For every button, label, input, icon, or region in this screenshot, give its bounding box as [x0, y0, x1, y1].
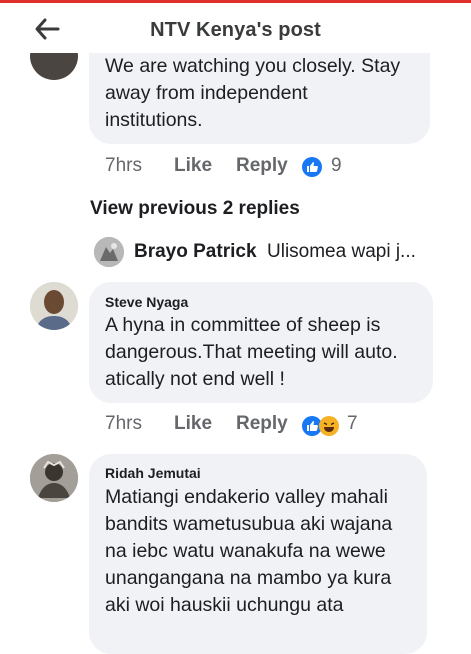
comment-text-line: na iebc watu wanakufa na wewe [105, 540, 386, 562]
commenter-name[interactable]: Steve Nyaga [105, 294, 188, 310]
like-button[interactable]: Like [174, 155, 212, 177]
like-button[interactable]: Like [174, 413, 212, 435]
comment-text-line: away from independent [105, 82, 308, 104]
reply-author-name[interactable]: Brayo Patrick [134, 241, 257, 263]
app-header: NTV Kenya's post [0, 3, 471, 53]
reply-avatar[interactable] [94, 237, 124, 267]
page-title: NTV Kenya's post [150, 19, 321, 41]
comment-text-line: institutions. [105, 109, 203, 131]
commenter-avatar[interactable] [30, 282, 78, 330]
comment-text-line: dangerous.That meeting will auto. [105, 341, 398, 363]
comment-time: 7hrs [105, 413, 142, 434]
comment-time: 7hrs [105, 155, 142, 176]
view-previous-replies-link[interactable]: View previous 2 replies [90, 198, 300, 220]
comment-text-line: atically not end well ! [105, 368, 285, 390]
reply-snippet[interactable]: Ulisomea wapi j... [267, 241, 416, 263]
commenter-avatar[interactable] [30, 454, 78, 502]
haha-reaction-icon[interactable] [319, 416, 339, 436]
reply-button[interactable]: Reply [236, 413, 288, 435]
reaction-count: 9 [331, 155, 342, 176]
like-reaction-icon[interactable] [302, 157, 322, 177]
reply-button[interactable]: Reply [236, 155, 288, 177]
comment-text-line: Matiangi endakerio valley mahali [105, 486, 388, 508]
comment-text-line: unangangana na mambo ya kura [105, 567, 392, 589]
reaction-count: 7 [347, 413, 358, 434]
comment-text-line: We are watching you closely. Stay [105, 55, 401, 77]
commenter-name[interactable]: Ridah Jemutai [105, 465, 201, 481]
comment-text-line: aki woi hauskii uchungu ata [105, 594, 344, 616]
comment-text-line: A hyna in committee of sheep is [105, 314, 381, 336]
comment-text-line: bandits wametusubua aki wajana [105, 513, 393, 535]
